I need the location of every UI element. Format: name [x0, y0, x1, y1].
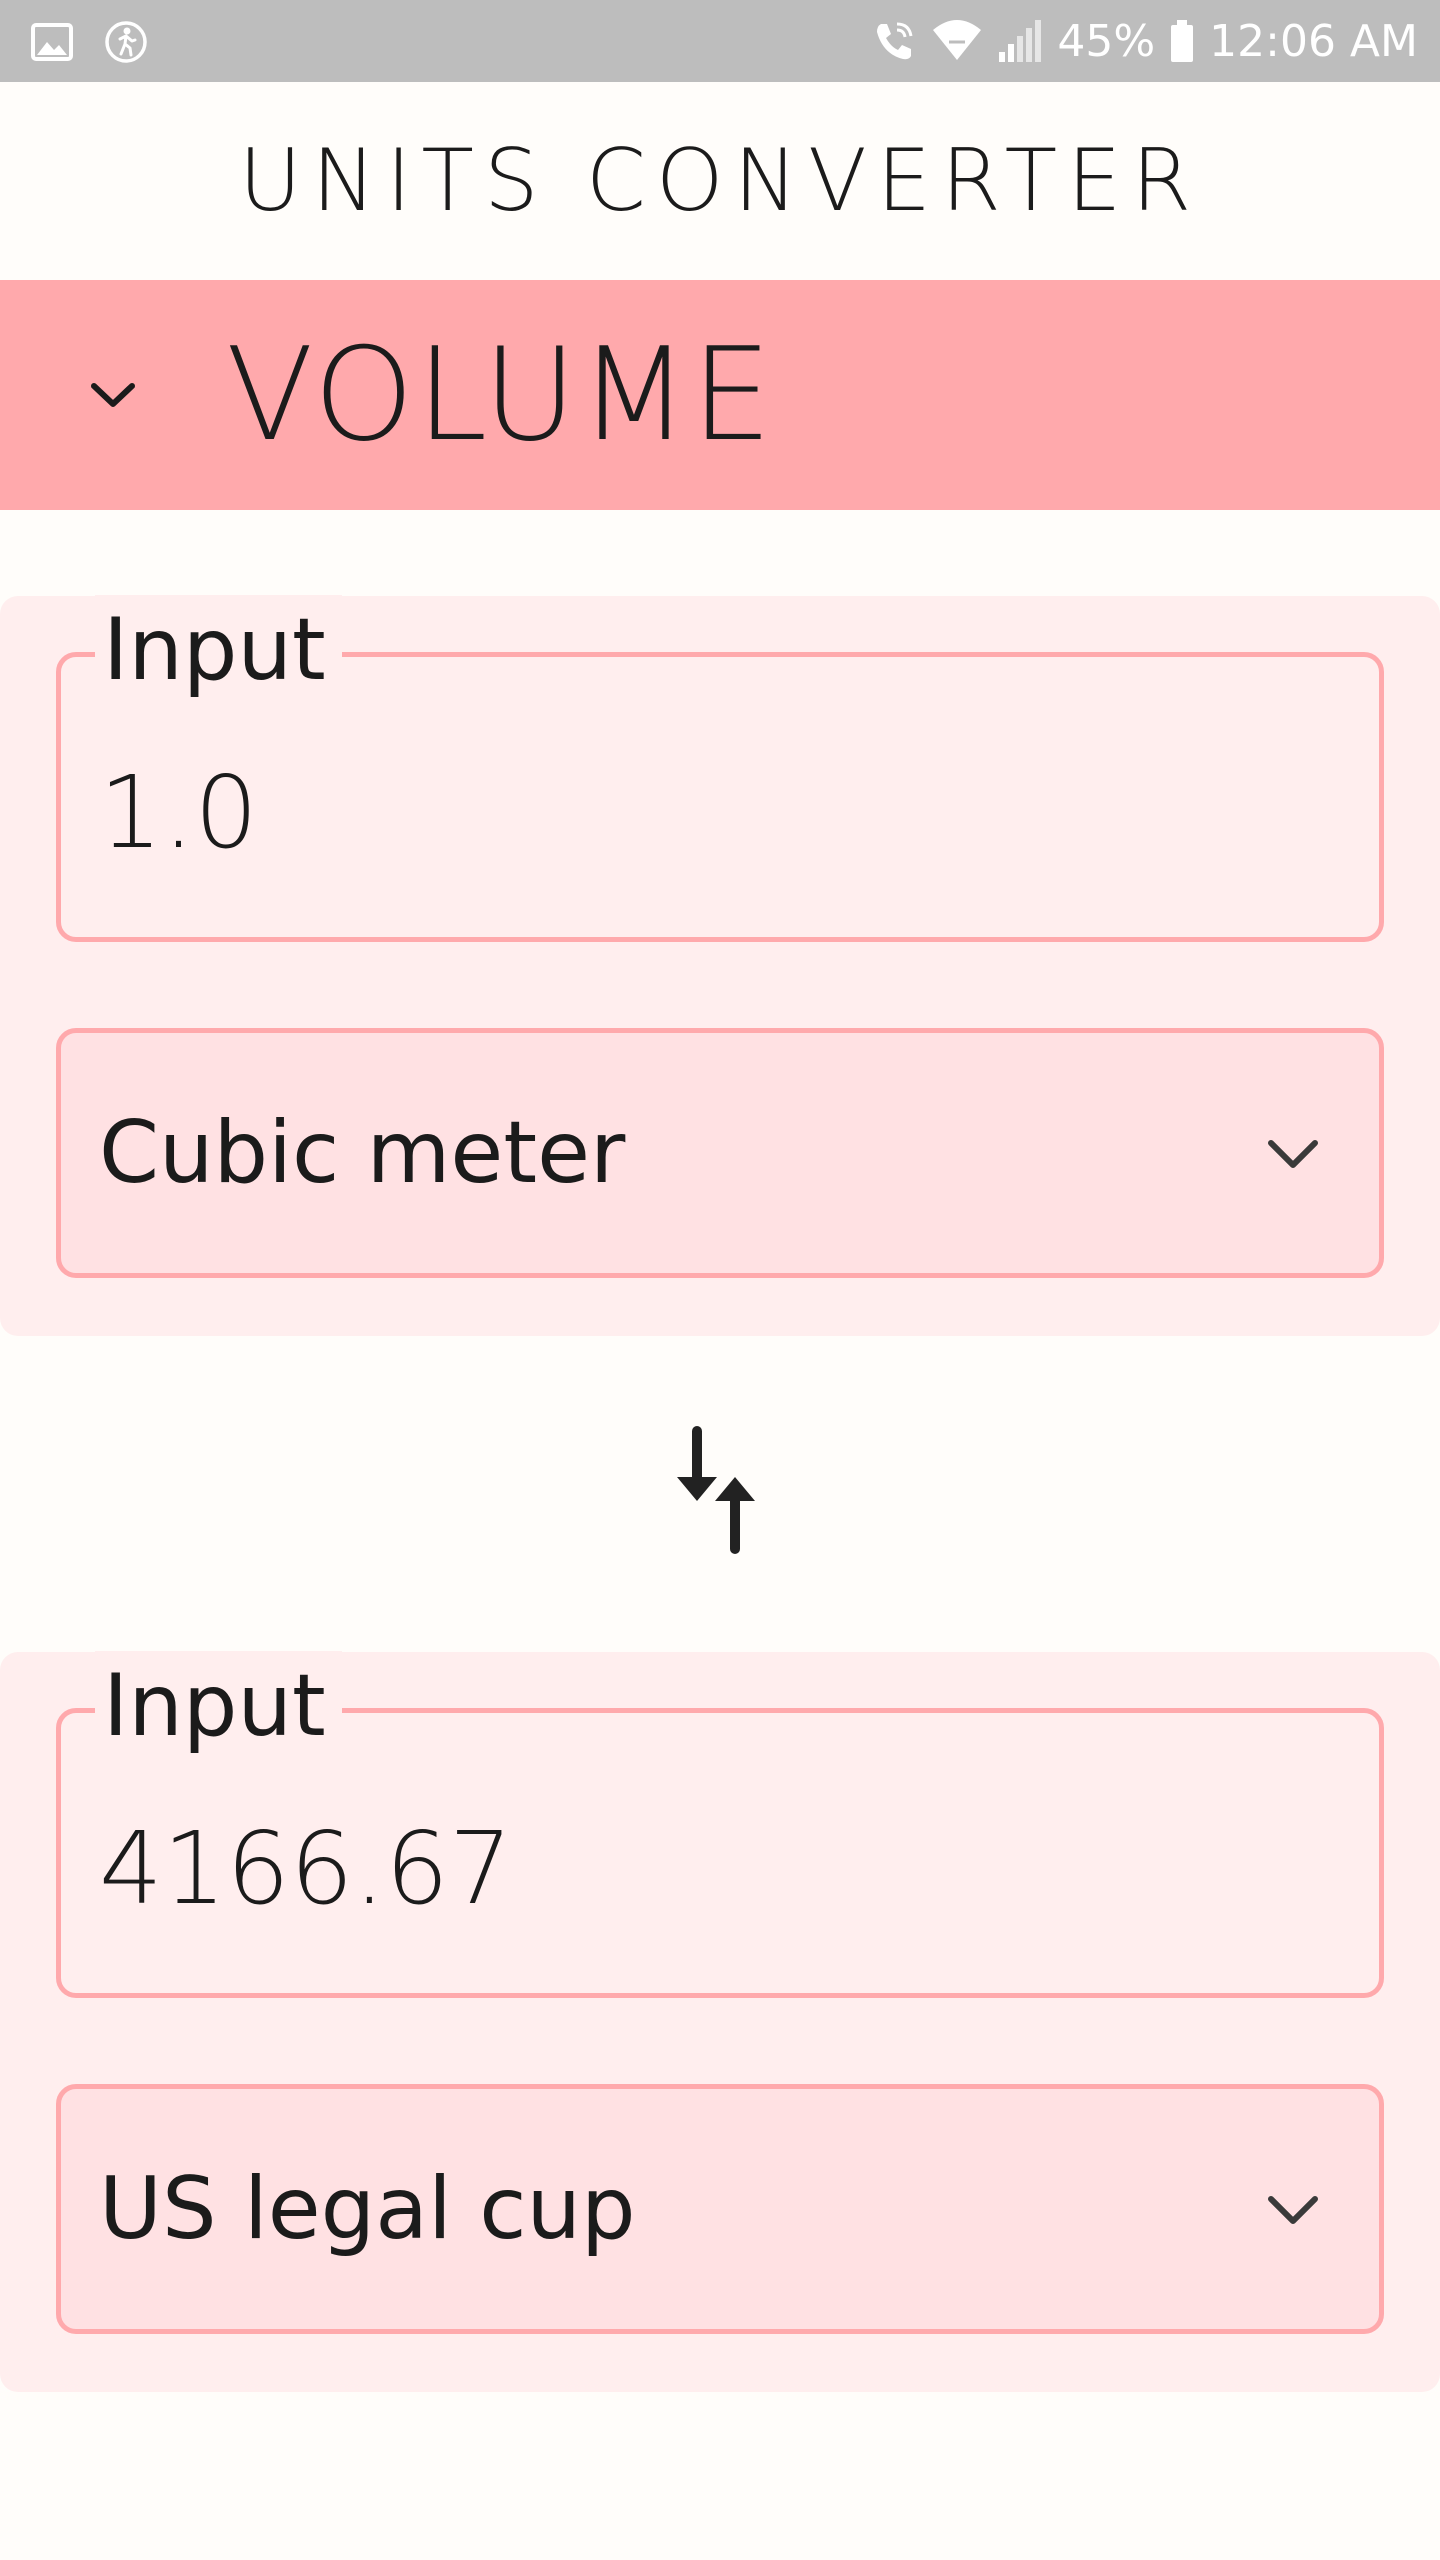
- wifi-call-icon: [877, 22, 913, 60]
- from-unit-select[interactable]: Cubic meter: [56, 1028, 1384, 1278]
- chevron-down-icon: [1268, 1140, 1318, 1168]
- wifi-icon: [933, 20, 982, 60]
- chevron-down-icon[interactable]: [88, 378, 138, 412]
- to-value[interactable]: 4166.67: [99, 1809, 513, 1929]
- to-card: Input 4166.67 US legal cup: [0, 1651, 1440, 2392]
- accessibility-icon: [105, 21, 147, 63]
- battery-percent: 45%: [1057, 15, 1156, 67]
- app-title: UNITS CONVERTER: [238, 131, 1202, 231]
- from-value-field[interactable]: Input 1.0: [56, 595, 1384, 942]
- battery-icon: [1171, 20, 1194, 62]
- from-card: Input 1.0 Cubic meter: [0, 595, 1440, 1336]
- category-header[interactable]: VOLUME: [0, 280, 1440, 510]
- chevron-down-icon: [1268, 2196, 1318, 2224]
- swap-button[interactable]: [660, 1420, 780, 1560]
- signal-icon: [999, 20, 1042, 62]
- from-field-label: Input: [95, 595, 342, 705]
- status-bar: 45% 12:06 AM: [0, 0, 1440, 82]
- clock: 12:06 AM: [1209, 15, 1418, 67]
- to-unit-select[interactable]: US legal cup: [56, 2084, 1384, 2334]
- to-unit-label: US legal cup: [99, 2159, 636, 2259]
- from-unit-label: Cubic meter: [99, 1103, 626, 1203]
- to-value-field[interactable]: Input 4166.67: [56, 1651, 1384, 1998]
- image-icon: [31, 23, 73, 61]
- swap-vertical-icon: [677, 1426, 755, 1554]
- from-value[interactable]: 1.0: [99, 753, 258, 873]
- category-label: VOLUME: [226, 320, 774, 470]
- to-field-label: Input: [95, 1651, 342, 1761]
